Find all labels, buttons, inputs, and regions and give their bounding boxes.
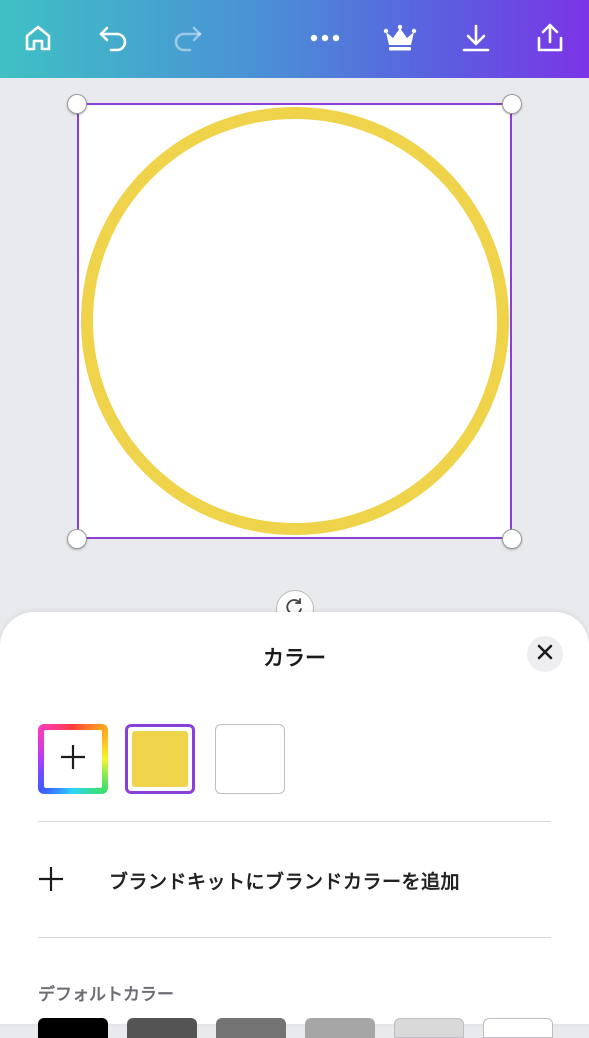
resize-handle-top-right[interactable] bbox=[502, 94, 522, 114]
close-icon bbox=[537, 644, 553, 664]
default-color-swatch[interactable] bbox=[216, 1018, 286, 1038]
plus-icon bbox=[60, 744, 86, 774]
home-button[interactable] bbox=[18, 18, 58, 58]
default-color-swatch[interactable] bbox=[483, 1018, 553, 1038]
color-swatch-white[interactable] bbox=[215, 724, 285, 794]
color-swatch-fill bbox=[132, 731, 188, 787]
redo-button[interactable] bbox=[167, 18, 207, 58]
divider bbox=[38, 937, 551, 938]
download-icon bbox=[461, 22, 491, 54]
close-button[interactable] bbox=[527, 636, 563, 672]
undo-icon bbox=[97, 23, 131, 53]
undo-button[interactable] bbox=[94, 18, 134, 58]
download-button[interactable] bbox=[456, 18, 496, 58]
resize-handle-top-left[interactable] bbox=[67, 94, 87, 114]
redo-icon bbox=[170, 23, 204, 53]
panel-title: カラー bbox=[263, 646, 326, 670]
color-swatch-yellow[interactable] bbox=[125, 724, 195, 794]
design-page[interactable] bbox=[77, 103, 512, 539]
default-color-swatch[interactable] bbox=[38, 1018, 108, 1038]
top-toolbar bbox=[0, 0, 589, 78]
more-icon bbox=[309, 33, 341, 43]
default-color-swatch[interactable] bbox=[127, 1018, 197, 1038]
more-options-button[interactable] bbox=[305, 18, 345, 58]
plus-icon bbox=[38, 866, 64, 892]
add-brand-color-button[interactable]: ブランドキットにブランドカラーを追加 bbox=[0, 862, 589, 898]
default-colors-heading: デフォルトカラー bbox=[38, 985, 174, 1005]
default-color-swatch[interactable] bbox=[394, 1018, 464, 1038]
crown-icon bbox=[383, 23, 417, 53]
color-panel: カラー ブランドキットにブランドカラーを追加 デフォルトカラー bbox=[0, 612, 589, 1038]
add-color-button[interactable] bbox=[38, 724, 108, 794]
share-button[interactable] bbox=[530, 18, 570, 58]
divider bbox=[38, 821, 551, 822]
default-color-swatch[interactable] bbox=[305, 1018, 375, 1038]
premium-button[interactable] bbox=[380, 18, 420, 58]
add-brand-color-label: ブランドキットにブランドカラーを追加 bbox=[109, 871, 461, 893]
resize-handle-bottom-right[interactable] bbox=[502, 529, 522, 549]
share-icon bbox=[535, 22, 565, 54]
document-colors-row bbox=[0, 724, 589, 796]
resize-handle-bottom-left[interactable] bbox=[67, 529, 87, 549]
default-colors-row bbox=[0, 1018, 589, 1038]
circle-element[interactable] bbox=[79, 105, 510, 537]
home-icon bbox=[22, 22, 54, 54]
